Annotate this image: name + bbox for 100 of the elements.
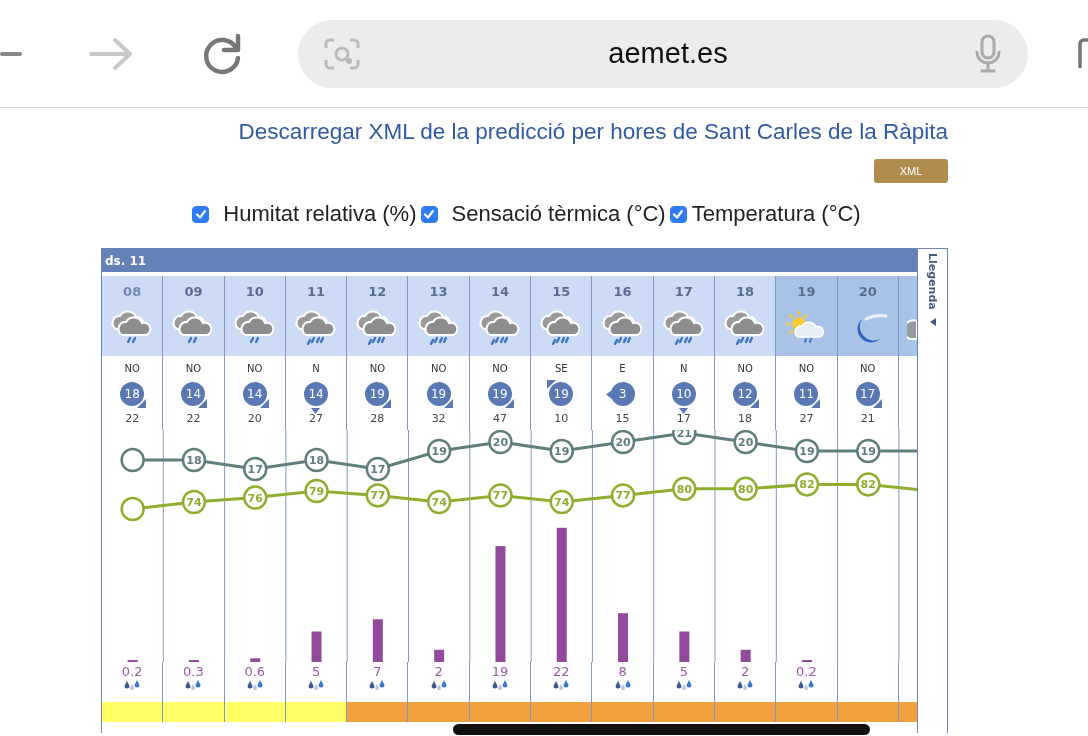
precipitation-value: 2 — [434, 664, 443, 679]
wind-speed-badge: 19 — [487, 382, 512, 406]
temperature-marker — [672, 430, 697, 446]
cloud-icon — [907, 319, 917, 341]
wind-gust: 22 — [125, 412, 140, 426]
precipitation-value: 7 — [373, 664, 382, 679]
wind-gust: 21 — [860, 412, 875, 426]
wind-speed-badge: 19 — [365, 382, 390, 406]
raindrops-icon — [491, 679, 508, 691]
tabs-icon[interactable] — [1078, 36, 1088, 71]
legend-label[interactable]: Llegenda — [926, 253, 939, 310]
back-icon[interactable] — [0, 50, 22, 57]
humidity-marker — [672, 476, 697, 502]
humidity-value: 80 — [676, 482, 692, 496]
temperature-value: 20 — [492, 436, 509, 449]
temperature-marker — [856, 438, 881, 464]
temperature-value: 17 — [370, 463, 386, 476]
wind-arrow-icon — [750, 399, 760, 408]
raindrops-icon — [246, 679, 263, 691]
precipitation-bar — [311, 631, 322, 662]
humidity-value: 74 — [554, 496, 570, 509]
humidity-value: 74 — [431, 496, 447, 509]
humidity-value: 77 — [492, 489, 509, 503]
wind-direction: NO — [737, 363, 753, 374]
humidity-marker — [610, 483, 636, 508]
temperature-marker — [426, 438, 452, 464]
precipitation-bar — [740, 649, 751, 662]
wind-gust: 47 — [492, 412, 507, 426]
raindrops-icon — [308, 679, 325, 691]
wind-speed-badge: 12 — [733, 382, 758, 406]
precipitation-value: 22 — [552, 664, 570, 679]
checkbox-label: Humitat relativa (%) — [223, 201, 417, 227]
wind-direction: N — [680, 363, 688, 374]
precipitation-value: 0.2 — [121, 664, 143, 679]
hour-label: 18 — [736, 284, 755, 299]
day-label: ds. 11 — [105, 253, 147, 268]
rain-cloud-icon — [232, 309, 277, 345]
rain-cloud-icon — [477, 309, 522, 345]
checkbox-label: Sensació tèrmica (°C) — [451, 201, 666, 227]
temperature-value: 19 — [799, 445, 815, 458]
hour-label: 19 — [797, 284, 816, 299]
hour-label: 12 — [368, 284, 387, 299]
caret-icon[interactable] — [929, 317, 936, 326]
temperature-value: 18 — [308, 454, 325, 467]
checkbox[interactable] — [669, 205, 687, 223]
wind-arrow-icon — [811, 399, 821, 408]
hour-label: 14 — [490, 284, 509, 299]
humidity-value: 79 — [308, 485, 325, 498]
hour-label: 17 — [674, 284, 693, 299]
temperature-marker — [365, 456, 391, 482]
wind-speed-badge: 11 — [794, 382, 819, 406]
temperature-value: 20 — [738, 436, 754, 449]
wind-speed-badge: 19 — [426, 382, 451, 406]
raindrops-icon — [430, 679, 447, 691]
precipitation-bar — [618, 613, 629, 662]
wind-speed-badge: 14 — [181, 382, 206, 406]
wind-arrow-icon — [547, 380, 557, 389]
checkbox[interactable] — [420, 205, 438, 223]
precipitation-value: 19 — [491, 664, 509, 679]
humidity-marker — [120, 496, 145, 522]
precipitation-value: 2 — [740, 664, 750, 679]
wind-direction: NO — [185, 363, 202, 374]
humidity-marker — [304, 478, 329, 504]
humidity-marker — [181, 489, 207, 515]
wind-speed-badge: 10 — [671, 382, 696, 406]
temperature-value: 19 — [860, 445, 876, 458]
wind-speed-badge: 18 — [120, 382, 145, 406]
wind-arrow-icon — [678, 406, 688, 415]
wind-gust: 17 — [676, 412, 691, 426]
temperature-marker — [794, 438, 820, 464]
wind-arrow-icon — [603, 390, 613, 399]
temperature-value: 19 — [554, 445, 570, 458]
checkbox[interactable] — [192, 205, 210, 223]
humidity-value: 74 — [186, 496, 202, 509]
humidity-marker — [365, 483, 391, 508]
wind-gust: 27 — [309, 412, 324, 426]
hour-label: 09 — [184, 284, 203, 299]
legend-panel[interactable]: Llegenda — [917, 249, 948, 733]
wind-direction: NO — [247, 363, 263, 374]
rain-cloud-icon — [416, 309, 461, 345]
temperature-marker — [181, 447, 207, 473]
wind-gust: 27 — [799, 412, 814, 426]
wind-gust: 20 — [247, 412, 262, 426]
humidity-marker — [733, 476, 758, 502]
precipitation-value: 8 — [618, 664, 627, 679]
wind-direction: N — [312, 363, 320, 374]
wind-direction: NO — [798, 363, 815, 374]
raindrops-icon — [185, 679, 202, 691]
wind-direction: NO — [430, 363, 447, 374]
humidity-marker — [243, 485, 268, 510]
temperature-marker — [120, 447, 145, 473]
raindrops-icon — [124, 679, 141, 691]
humidity-value: 82 — [799, 478, 815, 492]
checkbox-label: Temperatura (°C) — [691, 201, 861, 227]
wind-arrow-icon — [504, 399, 514, 408]
temperature-value: 17 — [247, 463, 263, 476]
wind-gust: 28 — [370, 412, 385, 426]
download-link[interactable]: Descarregar XML de la predicció per hores de Sant Carles de la Ràpita — [238, 119, 948, 145]
wind-speed-badge: 14 — [242, 382, 267, 406]
hour-label: 20 — [858, 284, 877, 299]
